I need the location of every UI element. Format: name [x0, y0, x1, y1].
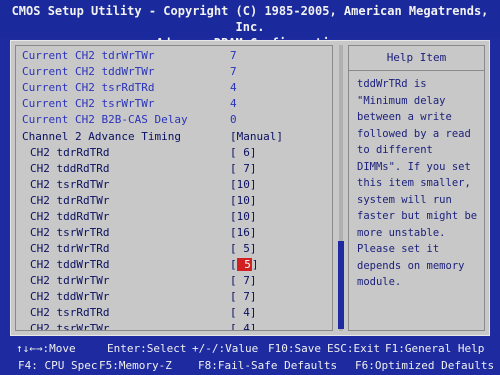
settings-scrollbar[interactable]	[337, 45, 345, 331]
setting-value: 7	[230, 65, 237, 78]
setting-value: 4	[230, 81, 237, 94]
setting-label: CH2 tdrRdTWr	[30, 194, 110, 207]
setting-value[interactable]: [ 7]	[230, 161, 257, 177]
key-legend: ↑↓←→:Move Enter:Select +/-/:Value F10:Sa…	[0, 338, 500, 375]
setting-ch2-tsrwrtwr[interactable]: CH2 tsrWrTWr [ 4]	[22, 321, 328, 331]
setting-value: 0	[230, 113, 237, 126]
setting-value[interactable]: [10]	[230, 177, 257, 193]
setting-label: Current CH2 tsrRdTRd	[22, 81, 155, 94]
setting-value[interactable]: [10]	[230, 209, 257, 225]
bios-title: CMOS Setup Utility - Copyright (C) 1985-…	[11, 4, 489, 34]
settings-list: Current CH2 tdrWrTWr 7 Current CH2 tddWrT…	[15, 45, 333, 331]
setting-current-ch2-tsrrdtrd: Current CH2 tsrRdTRd 4	[22, 80, 328, 96]
setting-value[interactable]: [ 7]	[230, 273, 257, 289]
setting-ch2-tddwrtwr[interactable]: CH2 tddWrTWr [ 7]	[22, 289, 328, 305]
setting-label: CH2 tdrRdTRd	[30, 146, 110, 159]
setting-ch2-tddrdtwr[interactable]: CH2 tddRdTWr [10]	[22, 209, 328, 225]
key-exit: ESC:Exit	[327, 342, 380, 355]
help-text: tddWrTRd is "Minimum delay between a wri…	[357, 78, 478, 288]
bios-screen: CMOS Setup Utility - Copyright (C) 1985-…	[0, 0, 500, 375]
setting-label: CH2 tsrRdTWr	[30, 178, 110, 191]
setting-label: CH2 tddWrTRd	[30, 258, 110, 271]
setting-value[interactable]: [Manual]	[230, 129, 283, 145]
key-cpu-spec: F4: CPU Spec	[18, 359, 98, 372]
value-bracket-open: [	[230, 258, 237, 271]
setting-value[interactable]: [16]	[230, 225, 257, 241]
key-general-help: F1:General Help	[385, 342, 485, 355]
setting-value[interactable]: [10]	[230, 193, 257, 209]
key-fail-safe: F8:Fail-Safe Defaults	[198, 359, 338, 372]
setting-label: Current CH2 tddWrTWr	[22, 65, 155, 78]
selected-value-cursor[interactable]: 5	[236, 258, 252, 271]
setting-label: Channel 2 Advance Timing	[22, 130, 181, 143]
scrollbar-thumb[interactable]	[338, 241, 344, 329]
setting-ch2-tddwrtrd[interactable]: CH2 tddWrTRd [ 5]	[22, 257, 328, 273]
setting-current-ch2-tdrwrtwr: Current CH2 tdrWrTWr 7	[22, 48, 328, 64]
setting-label: Current CH2 tsrWrTWr	[22, 97, 155, 110]
setting-value[interactable]: [ 7]	[230, 289, 257, 305]
setting-value[interactable]: [ 5]	[230, 241, 257, 257]
setting-ch2-tsrrdtwr[interactable]: CH2 tsrRdTWr [10]	[22, 177, 328, 193]
key-save: F10:Save	[268, 342, 321, 355]
setting-ch2-tdrrdtrd[interactable]: CH2 tdrRdTRd [ 6]	[22, 145, 328, 161]
bios-header: CMOS Setup Utility - Copyright (C) 1985-…	[0, 0, 500, 50]
setting-label: Current CH2 B2B-CAS Delay	[22, 113, 188, 126]
setting-ch2-tdrwrtwr[interactable]: CH2 tdrWrTWr [ 7]	[22, 273, 328, 289]
setting-ch2-tddrdtrd[interactable]: CH2 tddRdTRd [ 7]	[22, 161, 328, 177]
setting-current-ch2-tsrwrtwr: Current CH2 tsrWrTWr 4	[22, 96, 328, 112]
setting-ch2-tsrrdtrd[interactable]: CH2 tsrRdTRd [ 4]	[22, 305, 328, 321]
setting-value[interactable]: [ 5]	[230, 257, 259, 273]
setting-label: CH2 tsrWrTWr	[30, 322, 110, 331]
setting-current-ch2-b2b-cas-delay: Current CH2 B2B-CAS Delay 0	[22, 112, 328, 128]
key-optimized: F6:Optimized Defaults	[355, 359, 495, 372]
key-memory-z: F5:Memory-Z	[99, 359, 172, 372]
setting-label: CH2 tddRdTRd	[30, 162, 110, 175]
key-move: ↑↓←→:Move	[16, 342, 76, 355]
setting-current-ch2-tddwrtwr: Current CH2 tddWrTWr 7	[22, 64, 328, 80]
setting-channel2-advance-timing[interactable]: Channel 2 Advance Timing [Manual]	[22, 129, 328, 145]
setting-label: CH2 tddWrTWr	[30, 290, 110, 303]
setting-label: CH2 tsrWrTRd	[30, 226, 110, 239]
setting-value[interactable]: [ 6]	[230, 145, 257, 161]
setting-ch2-tdrrdtwr[interactable]: CH2 tdrRdTWr [10]	[22, 193, 328, 209]
setting-label: CH2 tdrWrTWr	[30, 274, 110, 287]
setting-label: CH2 tdrWrTRd	[30, 242, 110, 255]
setting-value[interactable]: [ 4]	[230, 321, 257, 330]
setting-ch2-tsrwrtrd[interactable]: CH2 tsrWrTRd [16]	[22, 225, 328, 241]
setting-label: CH2 tsrRdTRd	[30, 306, 110, 319]
setting-label: Current CH2 tdrWrTWr	[22, 49, 155, 62]
help-panel: Help Item tddWrTRd is "Minimum delay bet…	[348, 45, 485, 331]
setting-value: 4	[230, 97, 237, 110]
help-title: Help Item	[349, 46, 484, 71]
setup-panel: Current CH2 tdrWrTWr 7 Current CH2 tddWrT…	[10, 40, 490, 336]
setting-ch2-tdrwrtrd[interactable]: CH2 tdrWrTRd [ 5]	[22, 241, 328, 257]
key-select: Enter:Select	[107, 342, 187, 355]
value-bracket-close: ]	[251, 258, 259, 271]
key-value: +/-/:Value	[192, 342, 259, 355]
setting-value[interactable]: [ 4]	[230, 305, 257, 321]
setting-value: 7	[230, 49, 237, 62]
setting-label: CH2 tddRdTWr	[30, 210, 110, 223]
